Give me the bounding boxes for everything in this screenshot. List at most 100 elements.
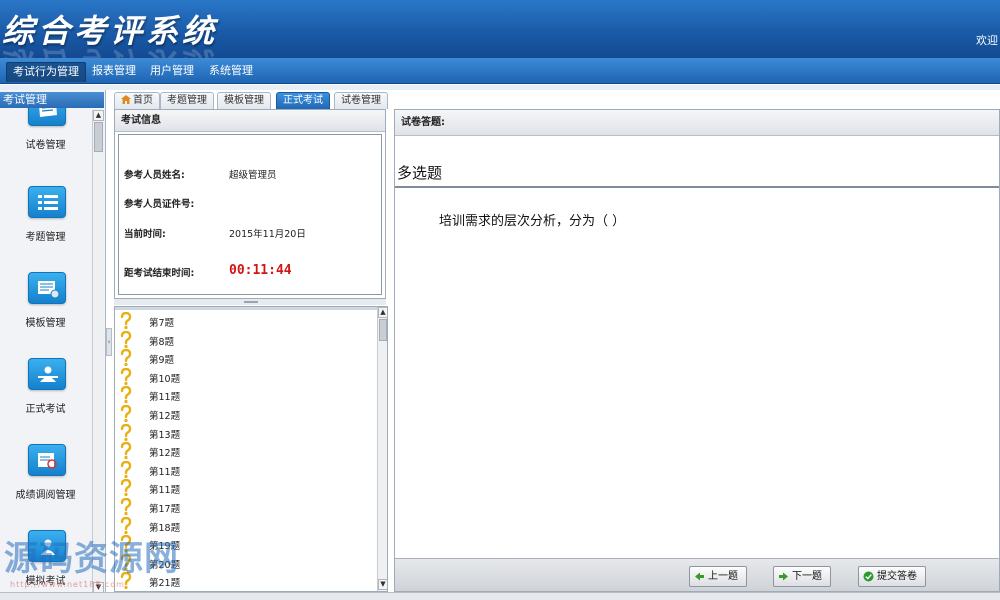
home-icon [121, 95, 131, 104]
current-time-label: 当前时间: [124, 229, 166, 240]
submit-exam-label: 提交答卷 [877, 571, 917, 582]
answer-panel-title: 试卷答题: [395, 110, 999, 136]
question-label: 第10题 [149, 373, 181, 385]
question-label: 第12题 [149, 448, 181, 460]
left-nav-panel: 考试管理 试卷管理 考题管理 模板管理 正式考试 成绩调阅管理 模拟考试 ▲ ▼ [0, 90, 106, 596]
countdown-timer: 00:11:44 [229, 263, 292, 278]
app-window: 综合考评系统 综合考评系统 欢迎 考试行为管理 报表管理 用户管理 系统管理 考… [0, 0, 1000, 600]
question-label: 第11题 [149, 485, 181, 497]
question-label: 第8题 [149, 336, 175, 348]
question-mark-icon [120, 386, 132, 404]
tab-paper-management[interactable]: 试卷管理 [334, 92, 388, 109]
nav-list: 试卷管理 考题管理 模板管理 正式考试 成绩调阅管理 模拟考试 [0, 108, 91, 596]
question-mark-icon [120, 423, 132, 441]
question-mark-icon [120, 442, 132, 460]
prev-question-button[interactable]: 上一题 [689, 566, 747, 587]
exam-info-content: 参考人员姓名: 超级管理员 参考人员证件号: 当前时间: 2015年11月20日… [118, 134, 382, 295]
watermark-text: 源码资源网 [4, 539, 179, 579]
paper-icon [28, 108, 66, 126]
question-type: 多选题 [397, 164, 443, 182]
tab-question-management[interactable]: 考题管理 [160, 92, 214, 109]
nav-item-template-management[interactable]: 模板管理 [0, 272, 91, 352]
menu-item-system[interactable]: 系统管理 [203, 62, 259, 82]
app-header: 综合考评系统 综合考评系统 欢迎 [0, 0, 1000, 58]
template-gear-icon [28, 272, 66, 304]
question-label: 第11题 [149, 392, 181, 404]
name-value: 超级管理员 [229, 170, 277, 181]
question-list-item[interactable]: 第11题 [119, 460, 369, 479]
question-list-scrollbar[interactable]: ▲ ▼ [377, 307, 387, 591]
question-list-item[interactable]: 第12题 [119, 405, 369, 423]
question-label: 第9题 [149, 355, 175, 367]
left-panel-title: 考试管理 [0, 92, 104, 108]
question-mark-icon [120, 498, 132, 516]
question-mark-icon [120, 479, 132, 497]
left-panel-scrollbar[interactable]: ▲ ▼ [92, 110, 104, 594]
question-mark-icon [120, 460, 132, 478]
scroll-up-arrow-icon[interactable]: ▲ [93, 110, 104, 121]
remaining-time-label: 距考试结束时间: [124, 268, 195, 279]
splitter-grip-icon [244, 301, 258, 303]
question-type-divider [395, 186, 999, 188]
exam-info-box: 考试信息 参考人员姓名: 超级管理员 参考人员证件号: 当前时间: 2015年1… [114, 109, 386, 299]
nav-item-score-review[interactable]: 成绩调阅管理 [0, 444, 91, 524]
list-top-border [115, 307, 377, 310]
submit-exam-button[interactable]: 提交答卷 [858, 566, 926, 587]
collapse-panel-handle[interactable]: ‹ [106, 328, 112, 356]
question-list-item[interactable]: 第11题 [119, 386, 369, 404]
tab-bar: 首页 考题管理 模板管理 正式考试 试卷管理 [112, 90, 1000, 109]
menu-item-reports[interactable]: 报表管理 [86, 62, 142, 82]
question-label: 第13题 [149, 429, 181, 441]
question-list-item[interactable]: 第13题 [119, 423, 369, 442]
arrow-left-icon [695, 572, 704, 581]
score-review-icon [28, 444, 66, 476]
question-label: 第11题 [149, 466, 181, 478]
nav-label: 试卷管理 [25, 140, 66, 151]
scroll-down-arrow-icon[interactable]: ▼ [378, 579, 387, 590]
nav-label: 成绩调阅管理 [15, 490, 76, 501]
tab-formal-exam[interactable]: 正式考试 [276, 92, 330, 109]
tab-label: 首页 [133, 95, 153, 106]
question-label: 第12题 [149, 411, 181, 422]
next-question-button[interactable]: 下一题 [773, 566, 831, 587]
exam-info-title: 考试信息 [115, 110, 385, 132]
question-label: 第7题 [149, 318, 175, 329]
app-title-reflection: 综合考评系统 [2, 42, 218, 58]
question-mark-icon [120, 367, 132, 385]
status-bar [0, 592, 1000, 600]
nav-item-question-management[interactable]: 考题管理 [0, 186, 91, 266]
panel-splitter[interactable] [114, 299, 386, 305]
question-text: 培训需求的层次分析，分为（ ） [439, 214, 626, 229]
check-circle-icon [863, 571, 874, 582]
question-list-item[interactable]: 第8题 [119, 330, 369, 349]
question-list-item[interactable]: 第11题 [119, 479, 369, 497]
question-mark-icon [120, 405, 132, 423]
name-label: 参考人员姓名: [124, 170, 185, 181]
scroll-thumb[interactable] [94, 122, 103, 152]
scroll-thumb[interactable] [379, 319, 387, 341]
nav-item-formal-exam[interactable]: 正式考试 [0, 358, 91, 438]
exam-person-icon [28, 358, 66, 390]
question-list-item[interactable]: 第9题 [119, 349, 369, 367]
question-mark-icon [120, 330, 132, 348]
answer-panel: 试卷答题: 多选题 培训需求的层次分析，分为（ ） 上一题 下一题 提交答卷 [394, 109, 1000, 592]
tab-template-management[interactable]: 模板管理 [217, 92, 271, 109]
question-label: 第17题 [149, 504, 181, 515]
tab-home[interactable]: 首页 [114, 92, 160, 109]
current-time-value: 2015年11月20日 [229, 229, 306, 240]
prev-question-label: 上一题 [708, 571, 738, 582]
id-label: 参考人员证件号: [124, 199, 195, 210]
list-icon [28, 186, 66, 218]
next-question-label: 下一题 [792, 571, 822, 582]
nav-item-paper-management[interactable]: 试卷管理 [0, 108, 91, 174]
menu-item-users[interactable]: 用户管理 [144, 62, 200, 82]
question-list-item[interactable]: 第10题 [119, 367, 369, 386]
welcome-text: 欢迎 [976, 34, 998, 47]
question-list-item[interactable]: 第7题 [119, 312, 369, 330]
menu-item-exam-behavior[interactable]: 考试行为管理 [6, 62, 86, 82]
nav-label: 模板管理 [25, 318, 66, 329]
scroll-up-arrow-icon[interactable]: ▲ [378, 307, 387, 318]
question-list-item[interactable]: 第12题 [119, 442, 369, 460]
question-list-item[interactable]: 第17题 [119, 498, 369, 516]
question-mark-icon [120, 349, 132, 367]
